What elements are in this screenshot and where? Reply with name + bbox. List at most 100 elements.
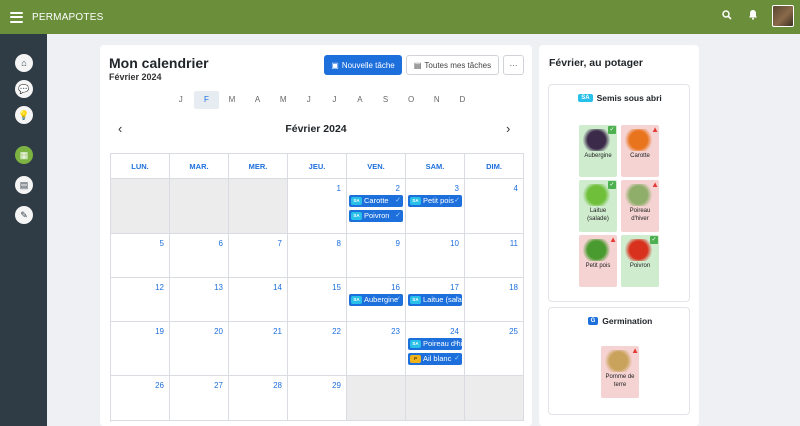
calendar-day[interactable]: 26 <box>111 376 170 421</box>
sidebar-item-calendar[interactable]: ▦ <box>15 146 33 164</box>
menu-icon[interactable] <box>10 11 23 23</box>
day-number: 25 <box>509 327 518 336</box>
section-header: SA Semis sous abri <box>549 93 691 103</box>
calendar-event[interactable]: SA Poivron ✓ <box>349 210 403 222</box>
plant-card[interactable]: Pomme de terre ▲ <box>601 346 639 398</box>
calendar-day[interactable]: 21 <box>229 322 288 376</box>
calendar-day[interactable]: 24 SAPoireau d'hiver✓ PAil blanc✓ <box>406 322 465 376</box>
plant-card[interactable]: Carotte ▲ <box>621 125 659 177</box>
day-number: 24 <box>450 327 459 336</box>
plant-name: Laitue (salade) <box>587 208 609 222</box>
calendar-day[interactable]: 25 <box>465 322 524 376</box>
month-8[interactable]: A <box>347 91 373 109</box>
more-button[interactable]: ··· <box>503 55 524 75</box>
month-11[interactable]: N <box>424 91 450 109</box>
avatar[interactable] <box>772 5 794 27</box>
calendar-day[interactable]: 10 <box>406 234 465 278</box>
day-number: 6 <box>218 239 223 248</box>
plant-card[interactable]: Poivron ✓ <box>621 235 659 287</box>
month-5[interactable]: M <box>270 91 296 109</box>
calendar-day[interactable]: 7 <box>229 234 288 278</box>
garden-card: Février, au potager SA Semis sous abri Aub… <box>539 45 699 426</box>
event-label: Aubergine <box>364 295 399 304</box>
calendar-event[interactable]: SAPoireau d'hiver✓ <box>408 338 462 350</box>
calendar-day[interactable]: 1 <box>288 179 347 234</box>
day-number: 23 <box>391 327 400 336</box>
plant-card[interactable]: Laitue (salade) ✓ <box>579 180 617 232</box>
plant-card[interactable]: Aubergine ✓ <box>579 125 617 177</box>
calendar-icon: ▦ <box>19 149 29 160</box>
month-12[interactable]: D <box>450 91 476 109</box>
calendar-day[interactable]: 5 <box>111 234 170 278</box>
calendar-day[interactable]: 8 <box>288 234 347 278</box>
calendar-event[interactable]: SA Carotte ✓ <box>349 195 403 207</box>
month-4[interactable]: A <box>245 91 271 109</box>
sidebar-item-home[interactable]: ⌂ <box>15 54 33 72</box>
calendar-event[interactable]: SALaitue (salade)✓ <box>408 294 462 306</box>
page-title: Mon calendrier <box>109 55 209 71</box>
calendar-day[interactable]: 12 <box>111 278 170 322</box>
calendar-day[interactable]: 2 SA Carotte ✓ SA Poivron ✓ <box>347 179 406 234</box>
calendar-day[interactable]: 6 <box>170 234 229 278</box>
day-number: 14 <box>273 283 282 292</box>
section-header: G Germination <box>549 316 691 326</box>
month-7[interactable]: J <box>322 91 348 109</box>
plant-card[interactable]: Petit pois ▲ <box>579 235 617 287</box>
month-9[interactable]: S <box>373 91 399 109</box>
calendar-day[interactable]: 15 <box>288 278 347 322</box>
warning-icon: ▲ <box>651 125 659 134</box>
next-month-button[interactable]: › <box>506 121 510 136</box>
all-tasks-button[interactable]: ▤ Toutes mes tâches <box>406 55 499 75</box>
check-icon: ✓ <box>395 212 401 219</box>
calendar-day[interactable]: 27 <box>170 376 229 421</box>
calendar-day[interactable]: 20 <box>170 322 229 376</box>
month-2[interactable]: F <box>193 91 220 109</box>
check-icon: ✓ <box>454 340 460 347</box>
calendar-day[interactable]: 19 <box>111 322 170 376</box>
event-type-badge: SA <box>351 212 362 220</box>
weekday-header: SAM. <box>406 154 465 179</box>
calendar-day[interactable]: 4 <box>465 179 524 234</box>
month-1[interactable]: J <box>168 91 194 109</box>
calendar-day[interactable]: 18 <box>465 278 524 322</box>
day-number: 29 <box>332 381 341 390</box>
month-10[interactable]: O <box>398 91 424 109</box>
calendar-day[interactable]: 3 SA Petit pois ✓ <box>406 179 465 234</box>
check-icon: ✓ <box>454 296 460 303</box>
new-task-button[interactable]: ▣ Nouvelle tâche <box>324 55 402 75</box>
garden-section: SA Semis sous abri Aubergine ✓ Carotte ▲ Laitu… <box>548 84 690 302</box>
check-icon: ✓ <box>454 197 460 204</box>
sidebar: ⌂ 💬 💡 ▦ ▤ ✎ <box>0 34 47 426</box>
weekday-header: DIM. <box>465 154 524 179</box>
calendar-day[interactable]: 13 <box>170 278 229 322</box>
month-3[interactable]: M <box>219 91 245 109</box>
plant-card[interactable]: Poireau d'hiver ▲ <box>621 180 659 232</box>
day-number: 1 <box>336 184 341 193</box>
month-6[interactable]: J <box>296 91 322 109</box>
day-number: 7 <box>277 239 282 248</box>
event-type-badge: P <box>410 355 421 363</box>
calendar-day[interactable]: 22 <box>288 322 347 376</box>
calendar-day[interactable]: 9 <box>347 234 406 278</box>
calendar-day[interactable]: 14 <box>229 278 288 322</box>
calendar-event[interactable]: SA Aubergine ✓ <box>349 294 403 306</box>
calendar-day[interactable]: 29 <box>288 376 347 421</box>
calendar-day[interactable]: 17 SALaitue (salade)✓ <box>406 278 465 322</box>
search-icon[interactable] <box>720 9 734 23</box>
calendar-day[interactable]: 16 SA Aubergine ✓ <box>347 278 406 322</box>
calendar-day[interactable]: 11 <box>465 234 524 278</box>
sidebar-item-tools[interactable]: ✎ <box>15 206 33 224</box>
calendar-day[interactable]: 28 <box>229 376 288 421</box>
check-icon: ✓ <box>650 236 658 244</box>
bell-icon[interactable] <box>746 9 760 23</box>
calendar-event[interactable]: P Ail blanc ✓ <box>408 353 462 365</box>
sidebar-item-map[interactable]: ▤ <box>15 176 33 194</box>
calendar-day[interactable]: 23 <box>347 322 406 376</box>
weekday-header: JEU. <box>288 154 347 179</box>
calendar-day-outside <box>229 179 288 234</box>
sidebar-item-ideas[interactable]: 💡 <box>15 106 33 124</box>
garden-section: G Germination Pomme de terre ▲ <box>548 307 690 415</box>
sidebar-item-chat[interactable]: 💬 <box>15 80 33 98</box>
day-number: 12 <box>155 283 164 292</box>
calendar-event[interactable]: SA Petit pois ✓ <box>408 195 462 207</box>
